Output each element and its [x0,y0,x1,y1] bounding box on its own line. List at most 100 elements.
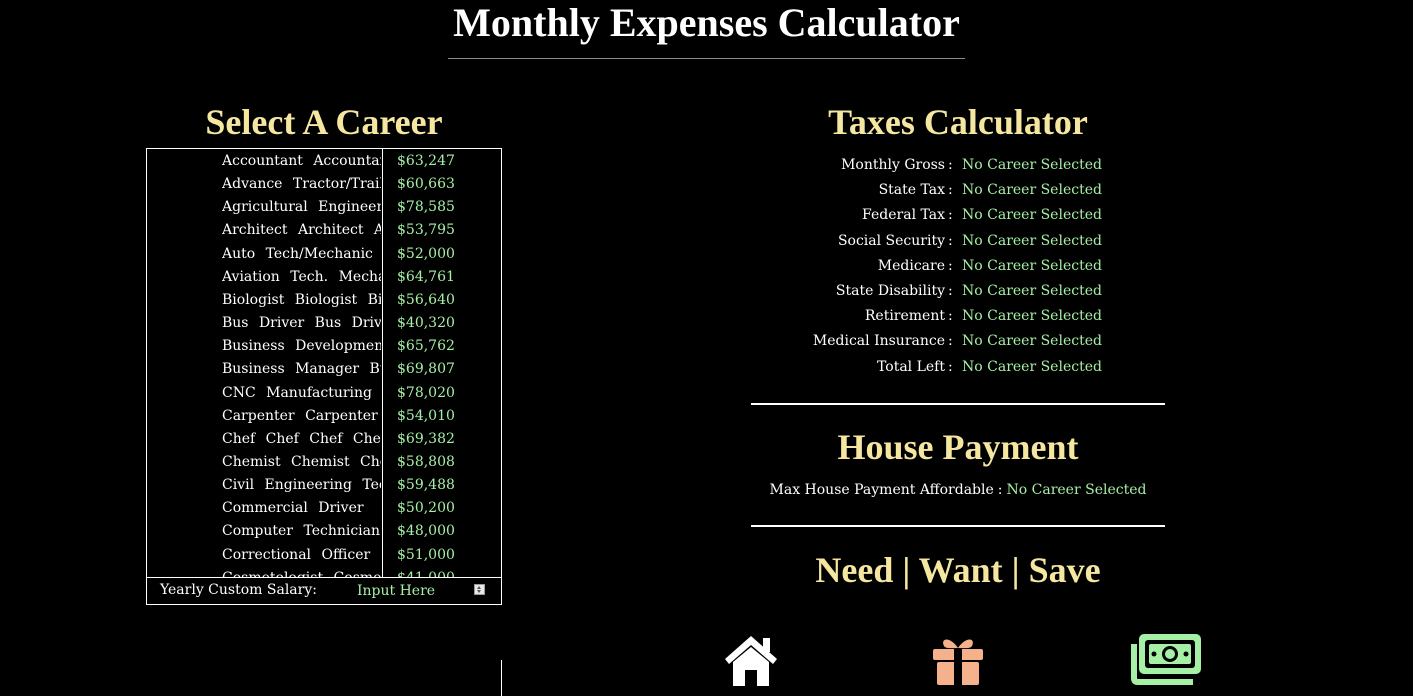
career-salary: $51,000 [397,546,455,563]
career-name: Correctional Officer [222,546,371,563]
tax-value: No Career Selected [962,283,1102,299]
tax-row: State Tax: No Career Selected [700,179,1200,201]
career-option[interactable]: Agricultural Engineer Agricultural $78,58… [147,196,501,219]
tax-row: State Disability: No Career Selected [700,280,1200,302]
career-option[interactable]: Chef Chef Chef Chef Chef $69,382 [147,428,501,451]
career-option[interactable]: Auto Tech/Mechanic $52,000 [147,243,501,266]
tax-value: No Career Selected [962,182,1102,199]
career-option[interactable]: Civil Engineering Technician $59,488 [147,474,501,497]
career-option[interactable]: Aviation Tech. Mechanic $64,761 [147,266,501,289]
career-option[interactable]: Business Manager Business Manager $69,807 [147,358,501,381]
career-option[interactable]: Carpenter Carpenter Carpenter $54,010 [147,405,501,428]
career-section-title: Select A Career [205,102,443,142]
career-option[interactable]: Commercial Driver $50,200 [147,497,501,520]
career-salary: $78,585 [397,199,455,216]
custom-salary-row: Yearly Custom Salary: [147,577,501,604]
tax-label: Total Left [877,358,945,375]
career-salary: $63,247 [397,153,455,169]
career-name: Accountant Accountant Accountant [222,153,381,169]
career-name: Carpenter Carpenter Carpenter [222,407,381,424]
career-salary: $40,320 [397,315,455,332]
tax-value: No Career Selected [962,333,1102,350]
tax-row: Retirement: No Career Selected [700,305,1200,327]
tax-separator: : [948,232,953,249]
title-divider [448,58,965,59]
career-salary: $48,000 [397,523,455,540]
career-salary: $56,640 [397,291,455,308]
career-salary: $53,795 [397,222,455,239]
page: Monthly Expenses Calculator Select A Car… [0,0,1413,696]
career-name: Advance Tractor/Trailer Driver [222,176,381,193]
career-option[interactable]: Architect Architect Architect $53,795 [147,219,501,242]
tax-separator: : [948,283,953,299]
house-payment-label: Max House Payment Affordable [769,482,994,498]
want-button[interactable] [930,634,986,686]
career-option[interactable]: Bus Driver Bus Driver Bus Driver $40,320 [147,312,501,335]
tax-label: Retirement [864,308,945,325]
career-name: Agricultural Engineer Agricultural [222,199,381,216]
taxes-section-title: Taxes Calculator [828,102,1088,142]
money-bill-icon [1131,634,1201,685]
career-salary: $50,200 [397,500,455,517]
career-option[interactable]: Advance Tractor/Trailer Driver $60,663 [147,173,501,196]
tax-separator: : [948,333,953,350]
tax-label: Federal Tax [862,207,945,224]
tax-separator: : [948,358,953,375]
salary-spinner-icon[interactable] [474,584,485,595]
tax-label: Medical Insurance [812,333,945,350]
custom-salary-input[interactable] [343,581,487,600]
tax-row: Federal Tax: No Career Selected [700,204,1200,226]
career-name: Commercial Driver [222,500,364,517]
tax-separator: : [948,257,953,274]
tax-row: Medical Insurance: No Career Selected [700,330,1200,352]
vertical-divider [501,660,502,696]
career-option[interactable]: Correctional Officer $51,000 [147,544,501,567]
tax-label: Medicare [877,257,945,274]
house-section-title: House Payment [837,427,1079,467]
career-name: Biologist Biologist Biologist [222,291,381,308]
career-option[interactable]: Business Development $65,762 [147,335,501,358]
tax-label: Monthly Gross [841,157,945,173]
career-name: Civil Engineering Technician [222,477,381,494]
save-button[interactable] [1127,632,1203,688]
tax-row: Medicare: No Career Selected [700,255,1200,277]
career-name: Cosmetologist Cosmetologist [222,567,381,577]
career-option[interactable]: CNC Manufacturing CNC $78,020 [147,382,501,405]
career-name: Business Development [222,338,381,355]
page-title: Monthly Expenses Calculator [453,0,960,45]
tax-label: Social Security [837,232,945,249]
career-name: Auto Tech/Mechanic [222,245,373,262]
career-name: Aviation Tech. Mechanic [222,268,381,285]
house-icon [725,636,777,686]
career-name: Chef Chef Chef Chef Chef [222,430,381,447]
career-panel: Accountant Accountant Accountant$63,247A… [146,148,502,605]
house-payment-separator: : [997,482,1003,498]
career-salary: $78,020 [397,384,455,401]
tax-row: Total Left: No Career Selected [700,356,1200,378]
tax-value: No Career Selected [962,207,1102,224]
career-option[interactable]: Computer Technician $48,000 [147,520,501,543]
tax-separator: : [948,157,953,173]
career-salary: $52,000 [397,245,455,262]
career-salary: $69,382 [397,430,455,447]
career-name: Computer Technician [222,523,381,540]
section-divider [751,525,1165,527]
career-option[interactable]: Accountant Accountant Accountant $63,247 [147,150,501,173]
career-list[interactable]: Accountant Accountant Accountant$63,247A… [147,149,501,577]
career-name: Chemist Chemist Chemist [222,453,381,470]
career-option[interactable]: Chemist Chemist Chemist $58,808 [147,451,501,474]
gift-icon [933,639,983,685]
tax-row: Monthly Gross: No Career Selected [700,154,1200,176]
tax-label: State Disability [835,283,945,299]
career-name: Architect Architect Architect [222,222,381,239]
career-name: Business Manager Business Manager [222,361,381,378]
career-option[interactable]: Biologist Biologist Biologist $56,640 [147,289,501,312]
need-button[interactable] [721,632,781,688]
tax-separator: : [948,182,953,199]
career-salary: $41,000 [397,567,455,577]
tax-separator: : [948,207,953,224]
career-salary: $69,807 [397,361,455,378]
career-salary: $60,663 [397,176,455,193]
career-option[interactable]: Cosmetologist Cosmetologist $41,000 [147,567,501,577]
career-salary: $64,761 [397,268,455,285]
